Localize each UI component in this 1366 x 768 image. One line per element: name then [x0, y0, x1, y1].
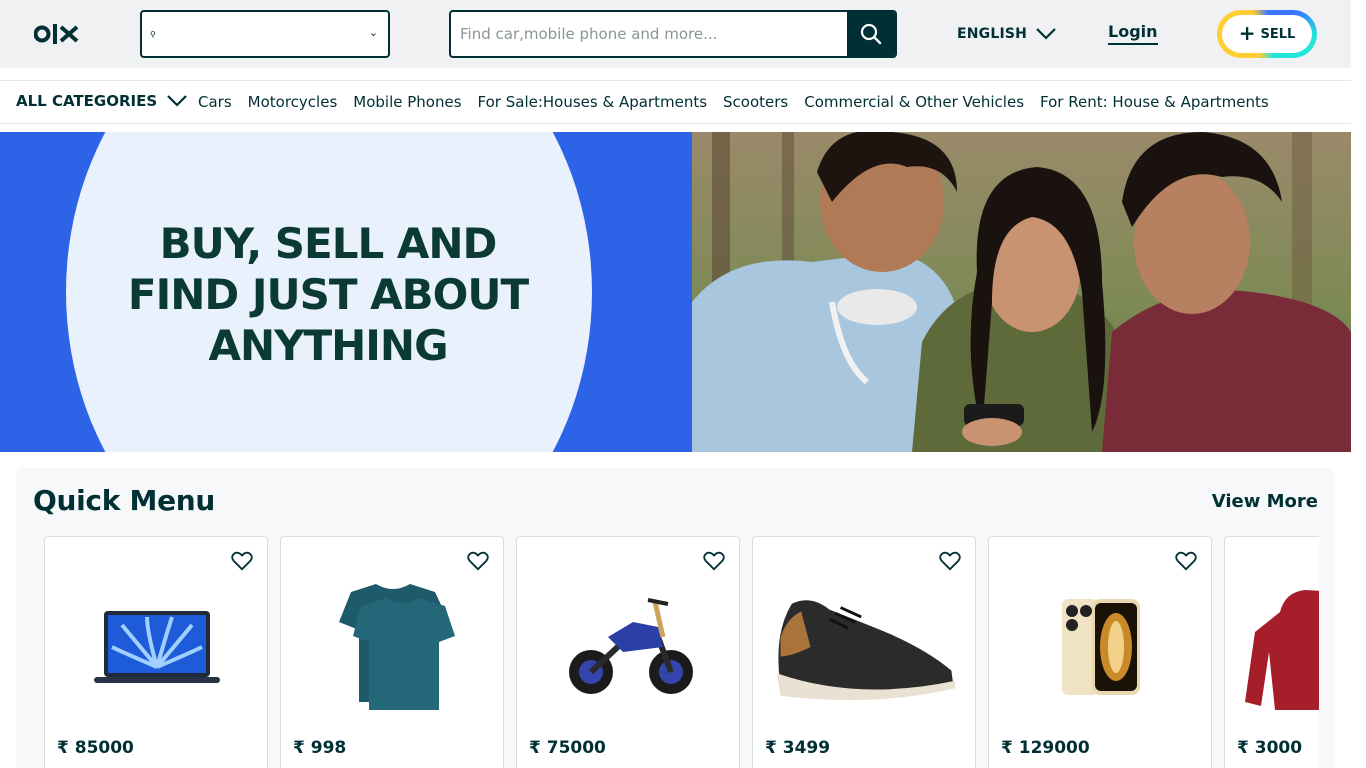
- heart-icon[interactable]: [1175, 551, 1197, 571]
- category-link-motorcycles[interactable]: Motorcycles: [248, 93, 338, 111]
- hero-banner[interactable]: BUY, SELL AND FIND JUST ABOUT ANYTHING: [0, 132, 1351, 452]
- product-card[interactable]: ₹ 75000: [516, 536, 740, 768]
- product-image: [301, 577, 485, 717]
- category-link-cars[interactable]: Cars: [198, 93, 232, 111]
- product-card[interactable]: ₹ 85000: [44, 536, 268, 768]
- heart-icon[interactable]: [231, 551, 253, 571]
- language-selector[interactable]: ENGLISH: [957, 24, 1057, 44]
- hero-line-3: ANYTHING: [208, 321, 448, 370]
- top-header: ⚲ ⌄ ENGLISH Login + SELL: [0, 0, 1351, 68]
- product-price: ₹ 3499: [765, 738, 831, 758]
- product-card[interactable]: ₹ 129000: [988, 536, 1212, 768]
- sell-button-inner: + SELL: [1222, 15, 1312, 53]
- product-price: ₹ 129000: [1001, 738, 1090, 758]
- product-price: ₹ 75000: [529, 738, 606, 758]
- sell-label: SELL: [1260, 26, 1296, 42]
- chevron-down-icon: [1036, 28, 1056, 40]
- product-image: [773, 577, 957, 717]
- chevron-down-icon: [167, 95, 187, 107]
- product-image: [1009, 577, 1193, 717]
- product-price: ₹ 85000: [57, 738, 134, 758]
- all-categories-dropdown[interactable]: ALL CATEGORIES: [16, 92, 188, 110]
- search-icon: [860, 23, 882, 45]
- search-button[interactable]: [847, 12, 895, 56]
- motorcycle-image: [569, 598, 693, 694]
- search-bar: [449, 10, 897, 58]
- hoodie-image: [1245, 590, 1319, 710]
- category-link-mobile-phones[interactable]: Mobile Phones: [353, 93, 461, 111]
- product-price: ₹ 3000: [1237, 738, 1303, 758]
- search-input[interactable]: [451, 12, 849, 56]
- category-link-commercial-vehicles[interactable]: Commercial & Other Vehicles: [804, 93, 1024, 111]
- hero-photo-friends-with-phone: [692, 132, 1351, 452]
- quick-menu-title: Quick Menu: [33, 484, 216, 517]
- product-image: [537, 577, 721, 717]
- product-card[interactable]: ₹ 998: [280, 536, 504, 768]
- product-card[interactable]: ₹ 3000: [1224, 536, 1319, 768]
- plus-icon: +: [1238, 21, 1256, 45]
- category-bar: ALL CATEGORIES Cars Motorcycles Mobile P…: [0, 80, 1351, 124]
- language-label: ENGLISH: [957, 26, 1028, 42]
- heart-icon[interactable]: [467, 551, 489, 571]
- olx-logo[interactable]: [34, 22, 80, 46]
- category-links: Cars Motorcycles Mobile Phones For Sale:…: [198, 93, 1269, 111]
- hero-line-1: BUY, SELL AND: [159, 219, 498, 268]
- category-link-houses-for-rent[interactable]: For Rent: House & Apartments: [1040, 93, 1269, 111]
- location-icon: ⚲: [150, 30, 156, 39]
- product-card[interactable]: ₹ 3499: [752, 536, 976, 768]
- laptop-image: [94, 611, 220, 683]
- heart-icon[interactable]: [939, 551, 961, 571]
- t-shirt-image: [339, 584, 455, 710]
- view-more-link[interactable]: View More: [1212, 491, 1318, 512]
- login-link[interactable]: Login: [1108, 22, 1158, 45]
- sell-button[interactable]: + SELL: [1217, 10, 1317, 58]
- product-price: ₹ 998: [293, 738, 347, 758]
- quick-menu-section: Quick Menu View More ₹ 85000 ₹ 998 ₹ 750…: [16, 468, 1335, 768]
- quick-menu-carousel: ₹ 85000 ₹ 998 ₹ 75000 ₹ 3499 ₹ 129000 ₹ …: [44, 536, 1319, 768]
- smartphone-image: [1062, 599, 1140, 695]
- hero-text-panel: BUY, SELL AND FIND JUST ABOUT ANYTHING: [0, 132, 692, 452]
- hero-headline: BUY, SELL AND FIND JUST ABOUT ANYTHING: [108, 218, 548, 371]
- sneaker-image: [776, 600, 956, 701]
- chevron-down-icon: ⌄: [368, 26, 378, 39]
- category-link-houses-for-sale[interactable]: For Sale:Houses & Apartments: [478, 93, 708, 111]
- product-image: [1245, 577, 1319, 717]
- hero-line-2: FIND JUST ABOUT: [127, 270, 529, 319]
- product-image: [65, 577, 249, 717]
- all-categories-label: ALL CATEGORIES: [16, 92, 158, 110]
- heart-icon[interactable]: [703, 551, 725, 571]
- location-select[interactable]: ⚲ ⌄: [140, 10, 390, 58]
- category-link-scooters[interactable]: Scooters: [723, 93, 788, 111]
